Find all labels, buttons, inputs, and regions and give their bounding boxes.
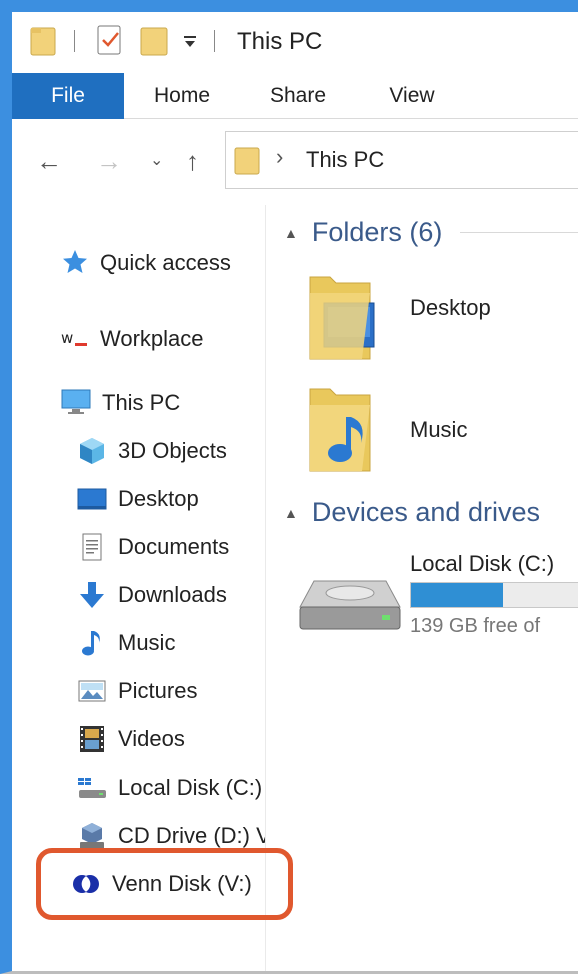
sidebar-item-workplace[interactable]: w Workplace [60, 319, 204, 359]
sidebar-item-label: CD Drive (D:) V [118, 823, 266, 848]
sidebar-item-quick-access[interactable]: Quick access [60, 243, 231, 283]
sidebar-item-label: Pictures [118, 678, 198, 703]
drive-usage-bar [410, 582, 578, 608]
sidebar-item-videos[interactable]: Videos [76, 719, 185, 759]
collapse-triangle-icon[interactable]: ▲ [284, 505, 298, 521]
group-divider [460, 232, 578, 233]
sidebar-item-label: This PC [102, 390, 181, 415]
customize-toolbar-icon[interactable] [182, 34, 198, 50]
properties-icon[interactable] [96, 22, 124, 56]
devices-group-header[interactable]: ▲ Devices and drives [284, 497, 540, 528]
sidebar-item-music[interactable]: Music [76, 623, 175, 663]
folder-icon[interactable] [30, 24, 56, 56]
group-label: Folders (6) [311, 217, 443, 247]
new-folder-icon[interactable] [140, 24, 168, 56]
group-label: Devices and drives [311, 497, 540, 527]
drive-label: Local Disk (C:) [410, 551, 555, 576]
folders-group-header[interactable]: ▲ Folders (6) [284, 217, 578, 248]
desktop-folder-icon [309, 276, 375, 360]
drive-usage-fill [411, 583, 504, 607]
sidebar-item-label: Quick access [100, 250, 231, 275]
music-note-icon [76, 627, 108, 659]
film-icon [76, 723, 108, 755]
sidebar-item-label: 3D Objects [118, 438, 227, 463]
sidebar-item-local-disk-c[interactable]: Local Disk (C:) [76, 768, 262, 808]
hard-drive-icon [76, 772, 108, 804]
recent-locations-chevron-icon[interactable]: ⌄ [150, 150, 163, 170]
collapse-triangle-icon[interactable]: ▲ [284, 225, 298, 241]
svg-text:w: w [61, 329, 73, 347]
download-arrow-icon [76, 579, 108, 611]
sidebar-item-label: Videos [118, 726, 185, 751]
drive-free-space: 139 GB free of [410, 615, 541, 637]
address-bar[interactable]: › This PC [225, 131, 578, 189]
ribbon: File Home Share View [12, 73, 578, 119]
content-pane: ▲ Folders (6) Desktop Music ▲ Devices an… [268, 205, 578, 971]
tab-home[interactable]: Home [132, 73, 232, 119]
pictures-icon [76, 675, 108, 707]
sidebar-item-3d-objects[interactable]: 3D Objects [76, 431, 227, 471]
sidebar-item-label: Desktop [118, 486, 199, 511]
tab-file[interactable]: File [12, 73, 124, 119]
folder-label: Music [410, 417, 468, 442]
cube-icon [76, 435, 108, 467]
hard-drive-icon [299, 580, 401, 630]
folder-icon [234, 147, 260, 175]
navigation-bar: ← → ⌄ ↑ › This PC [12, 128, 578, 194]
back-arrow-icon[interactable]: ← [36, 146, 62, 177]
tab-share[interactable]: Share [248, 73, 348, 119]
up-arrow-icon[interactable]: ↑ [186, 146, 199, 177]
window-title: This PC [237, 28, 323, 55]
sidebar-item-label: Music [118, 630, 176, 655]
sidebar-item-label: Downloads [118, 582, 227, 607]
forward-arrow-icon[interactable]: → [96, 146, 122, 177]
document-icon [76, 531, 108, 563]
sidebar-item-pictures[interactable]: Pictures [76, 671, 197, 711]
desktop-icon [76, 483, 108, 515]
sidebar-item-this-pc[interactable]: This PC [60, 383, 180, 423]
folder-label: Desktop [410, 295, 491, 320]
star-icon [60, 247, 90, 279]
music-folder-icon [309, 388, 371, 472]
breadcrumb-chevron-icon[interactable]: › [276, 144, 283, 170]
quick-access-toolbar: This PC [12, 12, 578, 72]
venn-disk-highlight [36, 848, 293, 920]
sidebar-item-documents[interactable]: Documents [76, 527, 229, 567]
workplace-icon: w [60, 323, 90, 355]
folder-tile-desktop[interactable]: Desktop [306, 267, 578, 367]
breadcrumb: This PC [306, 147, 385, 172]
sidebar-item-downloads[interactable]: Downloads [76, 575, 227, 615]
folder-tile-music[interactable]: Music [306, 379, 578, 479]
sidebar-item-label: Local Disk (C:) [118, 775, 263, 800]
sidebar-item-label: Workplace [100, 326, 204, 351]
sidebar-item-desktop[interactable]: Desktop [76, 479, 199, 519]
computer-icon [60, 387, 92, 419]
tab-view[interactable]: View [362, 73, 462, 119]
sidebar-item-label: Documents [118, 534, 230, 559]
